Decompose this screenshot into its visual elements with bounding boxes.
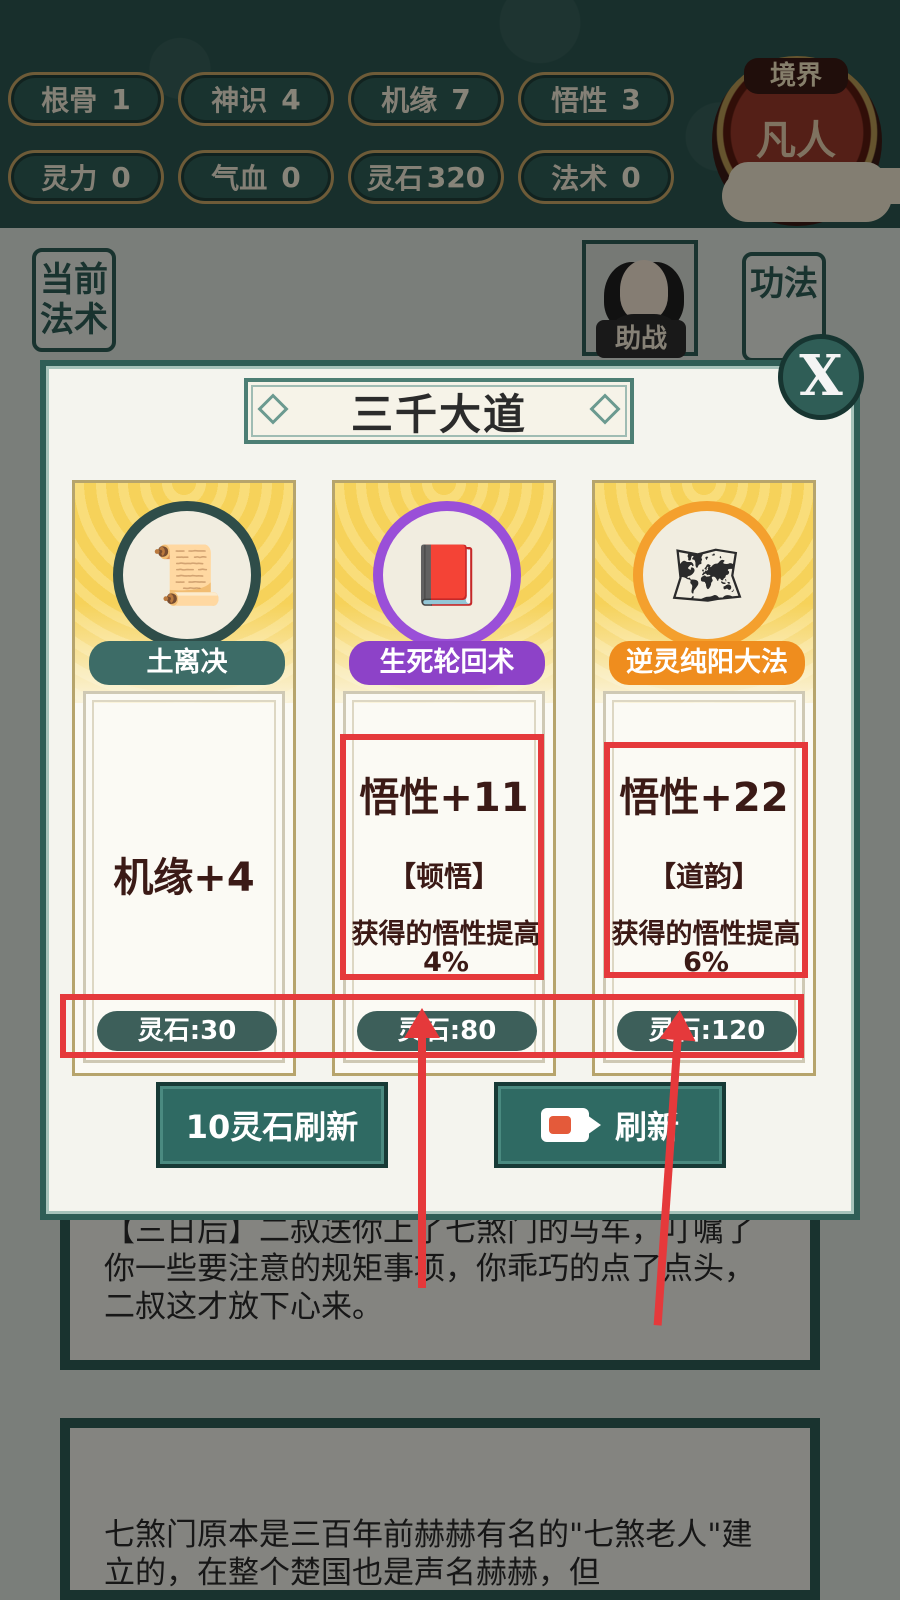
card-name: 土离决 xyxy=(89,641,285,685)
annotation-arrow-left xyxy=(404,1008,440,1288)
scroll-icon: 📜 xyxy=(150,541,224,609)
item-medallion: 📜 xyxy=(113,501,261,649)
item-medallion: 🗺 xyxy=(633,501,781,649)
card-name: 生死轮回术 xyxy=(349,641,545,685)
book-icon: 📕 xyxy=(410,541,484,609)
refresh-paid-label: 10灵石刷新 xyxy=(185,1108,359,1146)
highlight-card2-effect xyxy=(340,734,544,980)
card-effect: 机缘+4 xyxy=(113,855,255,901)
close-icon: X xyxy=(799,343,843,409)
highlight-card3-effect xyxy=(604,742,808,978)
map-scroll-icon: 🗺 xyxy=(670,541,744,609)
refresh-video-button[interactable]: 刷新 xyxy=(494,1082,726,1168)
close-button[interactable]: X xyxy=(778,334,864,420)
item-medallion: 📕 xyxy=(373,501,521,649)
modal-title-plate: 三千大道 xyxy=(244,378,634,444)
refresh-paid-button[interactable]: 10灵石刷新 xyxy=(156,1082,388,1168)
video-camera-icon xyxy=(540,1108,601,1142)
modal-title: 三千大道 xyxy=(350,389,527,439)
card-name: 逆灵纯阳大法 xyxy=(609,641,805,685)
dao-card-1[interactable]: 📜 土离决 机缘+4 灵石:30 xyxy=(72,480,296,1076)
